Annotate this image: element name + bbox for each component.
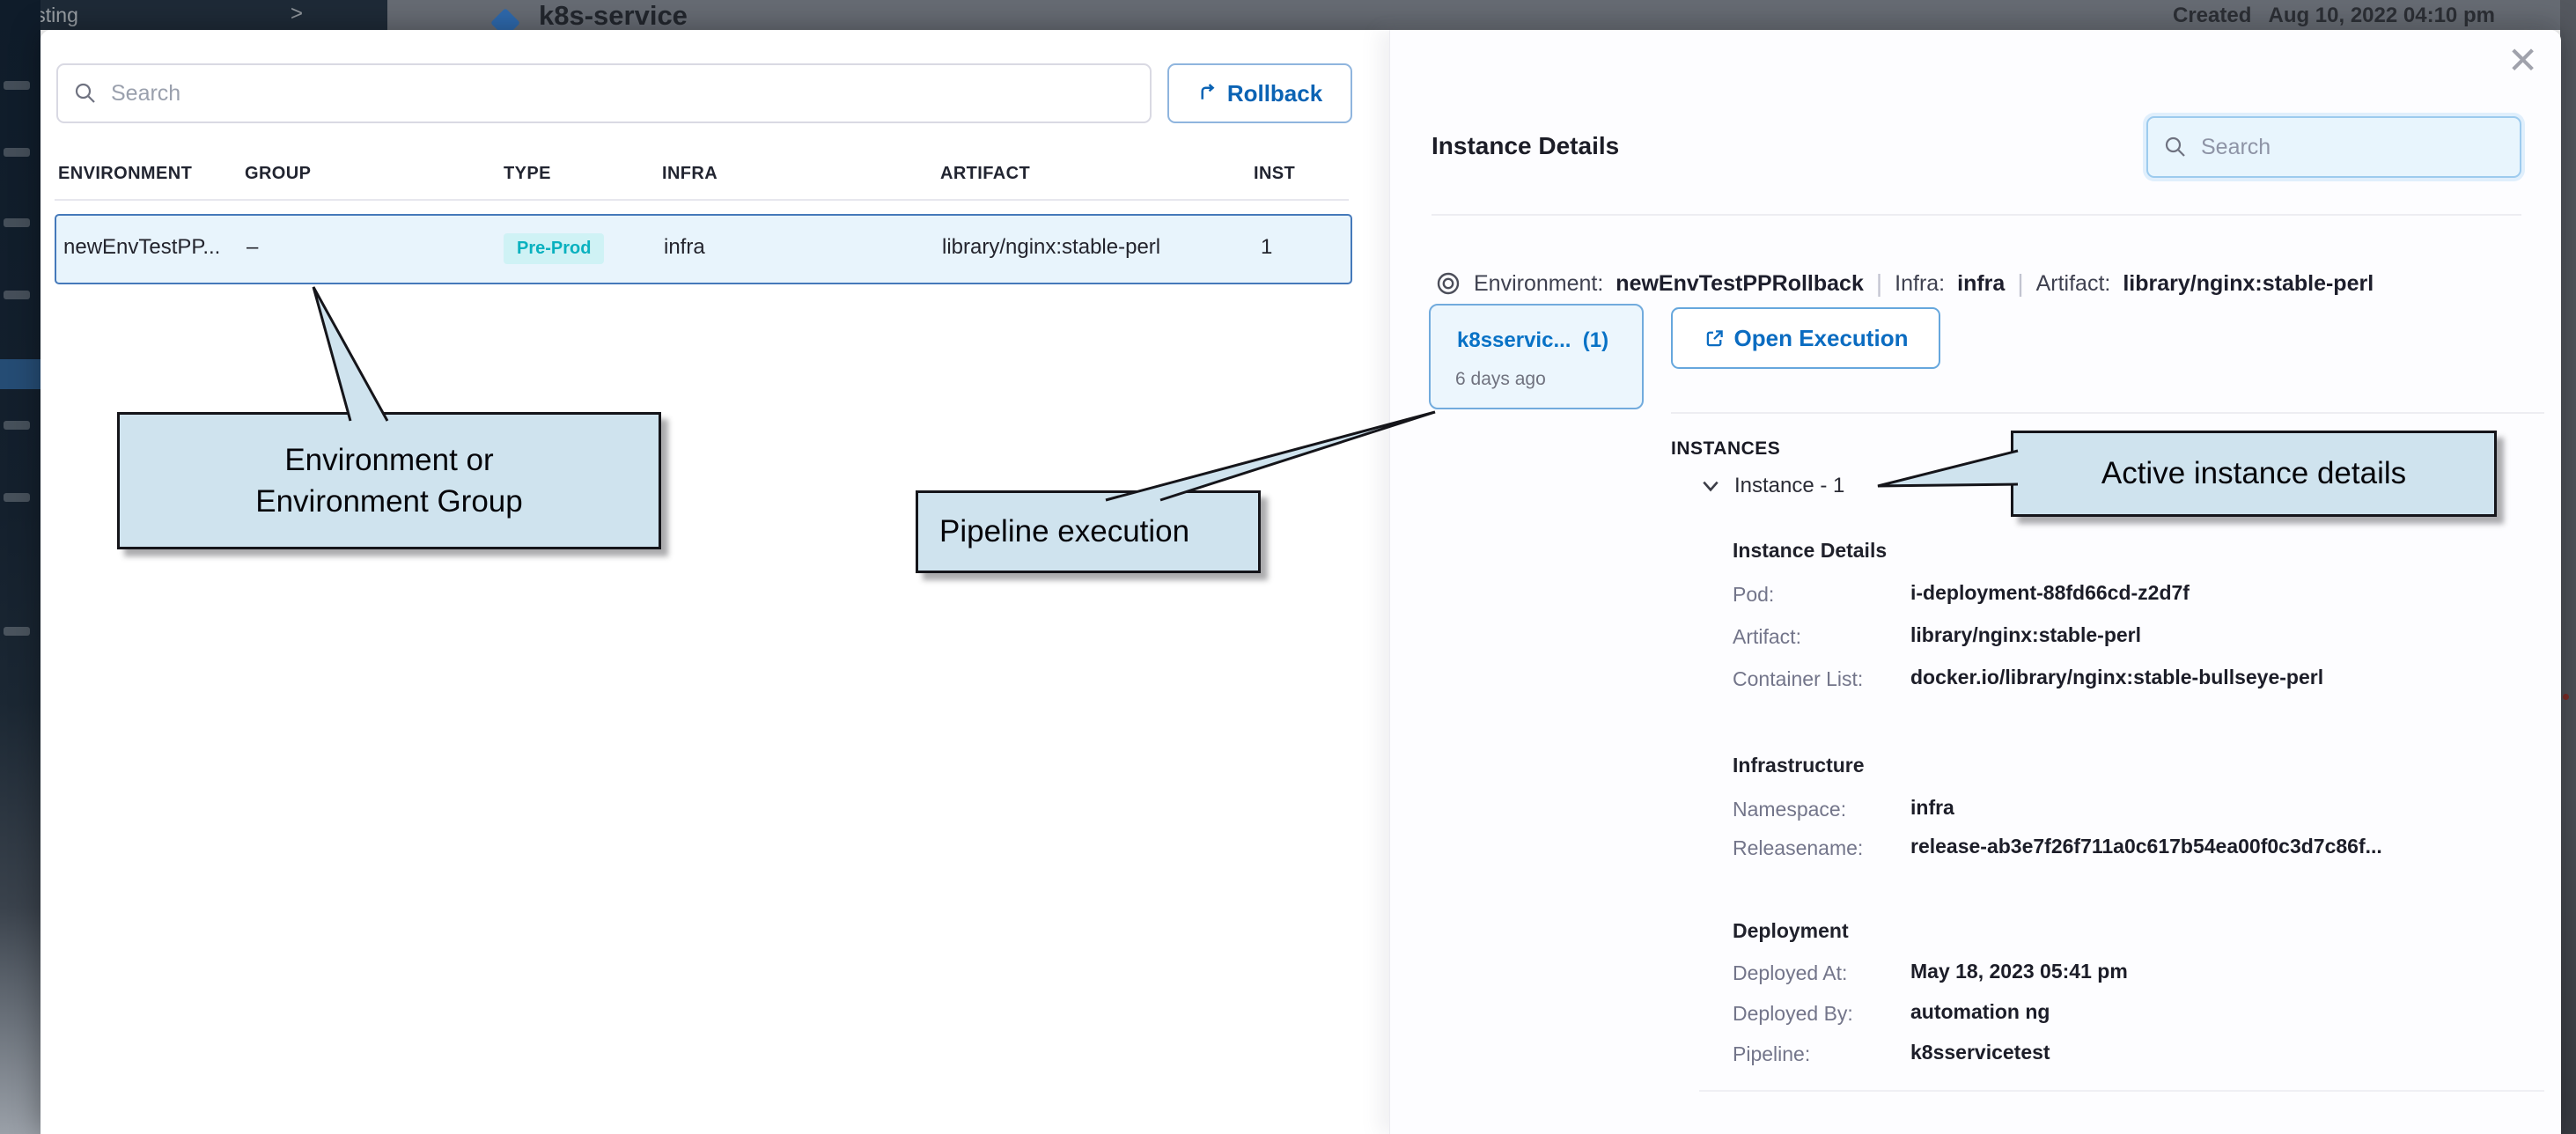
section-heading-instance-details: Instance Details xyxy=(1733,539,1887,563)
field-value-pod: i-deployment-88fd66cd-z2d7f xyxy=(1910,581,2190,605)
sidebar-item-fragment xyxy=(4,421,30,430)
field-label-container-list: Container List: xyxy=(1733,667,1863,691)
section-heading-infrastructure: Infrastructure xyxy=(1733,754,1865,777)
field-value-deployed-at: May 18, 2023 05:41 pm xyxy=(1910,960,2128,983)
infra-label: Infra: xyxy=(1895,271,1945,297)
field-label-pipeline: Pipeline: xyxy=(1733,1042,1810,1066)
execution-time: 6 days ago xyxy=(1455,369,1546,390)
field-value-deployed-by: automation ng xyxy=(1910,1000,2050,1024)
deployment-summary-line: Environment: newEnvTestPPRollback | Infr… xyxy=(1435,264,2374,303)
environment-label: Environment: xyxy=(1474,271,1603,297)
callout-pipeline-text: Pipeline execution xyxy=(939,514,1258,549)
notification-dot xyxy=(2563,694,2569,700)
open-execution-label: Open Execution xyxy=(1734,325,1909,352)
field-label-pod: Pod: xyxy=(1733,583,1774,607)
field-label-deployed-by: Deployed By: xyxy=(1733,1002,1853,1026)
field-value-pipeline: k8sservicetest xyxy=(1910,1041,2050,1064)
column-header-environment: ENVIRONMENT xyxy=(58,164,192,184)
sidebar-item-fragment xyxy=(4,493,30,502)
callout-environment-line1: Environment or xyxy=(120,439,659,481)
service-diamond-icon xyxy=(490,8,520,30)
environment-icon xyxy=(1435,270,1461,297)
search-input[interactable] xyxy=(2199,134,2520,161)
sidebar-item-fragment xyxy=(4,218,30,227)
callout-pipeline-execution: Pipeline execution xyxy=(916,490,1261,573)
rollback-icon xyxy=(1197,83,1219,105)
dimmed-page-header: Testing > k8s-service Created Aug 10, 20… xyxy=(0,0,2576,30)
instances-divider xyxy=(1671,412,2544,414)
drawer-title: Instance Details xyxy=(1432,132,1619,160)
row-inst-count: 1 xyxy=(1261,216,1272,279)
field-value-container-list: docker.io/library/nginx:stable-bullseye-… xyxy=(1910,666,2323,689)
column-header-infra: INFRA xyxy=(662,164,718,184)
artifact-label: Artifact: xyxy=(2036,271,2111,297)
search-icon xyxy=(2164,136,2187,158)
search-input[interactable] xyxy=(109,80,1150,107)
field-value-namespace: infra xyxy=(1910,796,1954,820)
dimmed-sidebar xyxy=(0,0,40,1134)
external-link-icon xyxy=(1704,328,1726,350)
sidebar-item-fragment xyxy=(4,81,30,90)
row-environment: newEnvTestPP... xyxy=(63,216,220,279)
dimmed-page-right-edge xyxy=(2560,0,2576,1134)
instance-1-toggle[interactable]: Instance - 1 xyxy=(1701,474,1844,498)
column-header-type: TYPE xyxy=(504,164,551,184)
sidebar-active-item xyxy=(0,359,40,389)
sidebar-item-fragment xyxy=(4,148,30,157)
infra-value: infra xyxy=(1957,271,2005,297)
drawer-header-divider xyxy=(1432,214,2521,216)
environments-search[interactable] xyxy=(56,63,1152,123)
callout-active-text: Active instance details xyxy=(2013,456,2494,491)
chevron-right-icon: > xyxy=(291,2,303,26)
separator: | xyxy=(1876,269,1882,298)
dimmed-nav-strip: Testing > xyxy=(0,0,387,30)
open-execution-button[interactable]: Open Execution xyxy=(1671,307,1940,369)
callout-environment-line2: Environment Group xyxy=(120,481,659,522)
instances-header: INSTANCES xyxy=(1671,438,1780,460)
field-label-namespace: Namespace: xyxy=(1733,798,1846,821)
pipeline-execution-card[interactable]: k8sservic... (1) 6 days ago xyxy=(1429,304,1644,409)
execution-name: k8sservic... (1) xyxy=(1457,328,1608,353)
sidebar-item-fragment xyxy=(4,291,30,299)
created-timestamp: Created Aug 10, 2022 04:10 pm xyxy=(2173,4,2495,28)
column-header-group: GROUP xyxy=(245,164,311,184)
field-value-releasename: release-ab3e7f26f711a0c617b54ea00f0c3d7c… xyxy=(1910,835,2382,858)
table-header-divider xyxy=(55,199,1349,201)
callout-active-instance: Active instance details xyxy=(2011,431,2497,517)
service-title: k8s-service xyxy=(539,0,688,30)
field-value-artifact: library/nginx:stable-perl xyxy=(1910,623,2141,647)
section-bottom-divider xyxy=(1699,1090,2544,1092)
column-header-inst: INST xyxy=(1254,164,1295,184)
row-infra: infra xyxy=(664,216,705,279)
search-icon xyxy=(74,82,97,105)
section-heading-deployment: Deployment xyxy=(1733,919,1849,943)
close-icon[interactable]: ✕ xyxy=(2507,39,2538,82)
instance-title: Instance - 1 xyxy=(1734,474,1844,498)
field-label-releasename: Releasename: xyxy=(1733,836,1863,860)
environment-table-row[interactable]: newEnvTestPP... – Pre-Prod infra library… xyxy=(55,214,1352,284)
row-group: – xyxy=(247,216,258,279)
instances-search[interactable] xyxy=(2146,116,2521,178)
row-artifact: library/nginx:stable-perl xyxy=(942,216,1160,279)
chevron-down-icon xyxy=(1701,476,1720,496)
field-label-deployed-at: Deployed At: xyxy=(1733,961,1847,985)
column-header-artifact: ARTIFACT xyxy=(940,164,1030,184)
rollback-button[interactable]: Rollback xyxy=(1167,63,1352,123)
environment-value: newEnvTestPPRollback xyxy=(1616,271,1864,297)
rollback-button-label: Rollback xyxy=(1227,80,1322,107)
artifact-value: library/nginx:stable-perl xyxy=(2123,271,2374,297)
service-rollback-screen: Testing > k8s-service Created Aug 10, 20… xyxy=(0,0,2576,1134)
field-label-artifact: Artifact: xyxy=(1733,625,1801,649)
callout-environment: Environment or Environment Group xyxy=(117,412,661,549)
sidebar-item-fragment xyxy=(4,627,30,636)
pre-prod-badge: Pre-Prod xyxy=(504,233,604,264)
separator: | xyxy=(2017,269,2023,298)
